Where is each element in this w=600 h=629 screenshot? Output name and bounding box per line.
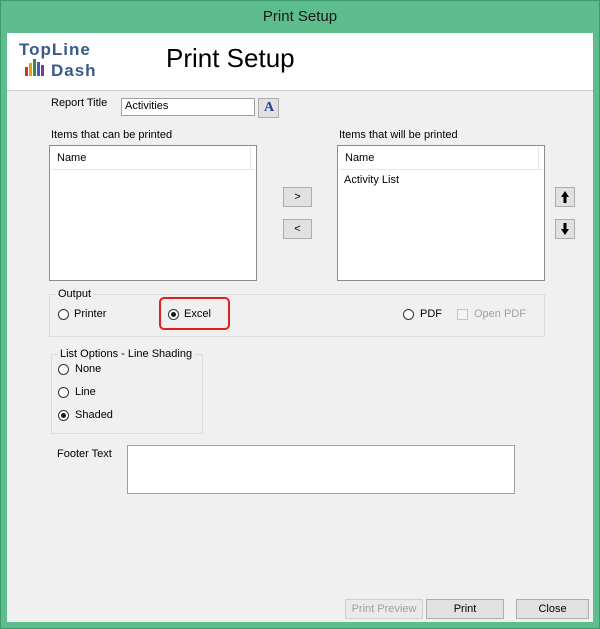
- svg-text:TopLine: TopLine: [19, 40, 91, 59]
- open-pdf-checkbox[interactable]: [457, 309, 468, 320]
- footer-text-label: Footer Text: [57, 448, 112, 460]
- print-setup-window: Print Setup TopLine Dash Print Setup Rep…: [0, 0, 600, 629]
- selected-name-column-header[interactable]: Name: [339, 147, 543, 170]
- print-button[interactable]: Print: [426, 599, 504, 619]
- list-options-group: List Options - Line Shading: [51, 348, 203, 434]
- pdf-label[interactable]: PDF: [420, 308, 442, 320]
- list-options-label: List Options - Line Shading: [58, 348, 195, 360]
- font-icon: A: [264, 100, 275, 115]
- header-banner: TopLine Dash Print Setup: [7, 33, 593, 91]
- footer-text-input[interactable]: [127, 445, 515, 494]
- title-bar[interactable]: Print Setup: [1, 1, 599, 33]
- available-name-column-header[interactable]: Name: [51, 147, 255, 170]
- available-items-label: Items that can be printed: [51, 129, 173, 141]
- remove-item-button[interactable]: <: [283, 219, 312, 239]
- font-button[interactable]: A: [258, 98, 279, 118]
- column-separator: [250, 147, 251, 169]
- list-item[interactable]: Activity List: [344, 174, 399, 186]
- output-group-label: Output: [56, 288, 94, 300]
- report-title-label: Report Title: [51, 97, 108, 109]
- available-items-list[interactable]: Name: [49, 145, 257, 281]
- excel-highlight-annotation: [159, 297, 230, 330]
- open-pdf-label: Open PDF: [474, 308, 526, 320]
- shaded-radio[interactable]: [58, 410, 69, 421]
- selected-items-list[interactable]: Name Activity List: [337, 145, 545, 281]
- pdf-radio[interactable]: [403, 309, 414, 320]
- line-label[interactable]: Line: [75, 386, 96, 398]
- none-label[interactable]: None: [75, 363, 101, 375]
- selected-items-label: Items that will be printed: [339, 129, 458, 141]
- move-up-button[interactable]: [555, 187, 575, 207]
- report-title-input[interactable]: Activities: [121, 98, 255, 116]
- printer-radio[interactable]: [58, 309, 69, 320]
- column-header-label: Name: [57, 152, 87, 164]
- line-radio[interactable]: [58, 387, 69, 398]
- print-preview-button[interactable]: Print Preview: [345, 599, 423, 619]
- shaded-label[interactable]: Shaded: [75, 409, 113, 421]
- arrow-up-icon: [561, 191, 569, 203]
- window-title: Print Setup: [262, 8, 338, 25]
- add-item-button[interactable]: >: [283, 187, 312, 207]
- topline-dash-logo: TopLine Dash: [17, 39, 129, 80]
- column-separator: [538, 147, 539, 169]
- move-down-button[interactable]: [555, 219, 575, 239]
- none-radio[interactable]: [58, 364, 69, 375]
- dialog-body: TopLine Dash Print Setup Report Title Ac…: [7, 33, 593, 622]
- output-group: Output: [49, 288, 545, 337]
- header-title: Print Setup: [166, 43, 295, 73]
- column-header-label: Name: [345, 152, 375, 164]
- svg-text:Dash: Dash: [51, 61, 97, 79]
- printer-label[interactable]: Printer: [74, 308, 106, 320]
- arrow-down-icon: [561, 223, 569, 235]
- close-button[interactable]: Close: [516, 599, 589, 619]
